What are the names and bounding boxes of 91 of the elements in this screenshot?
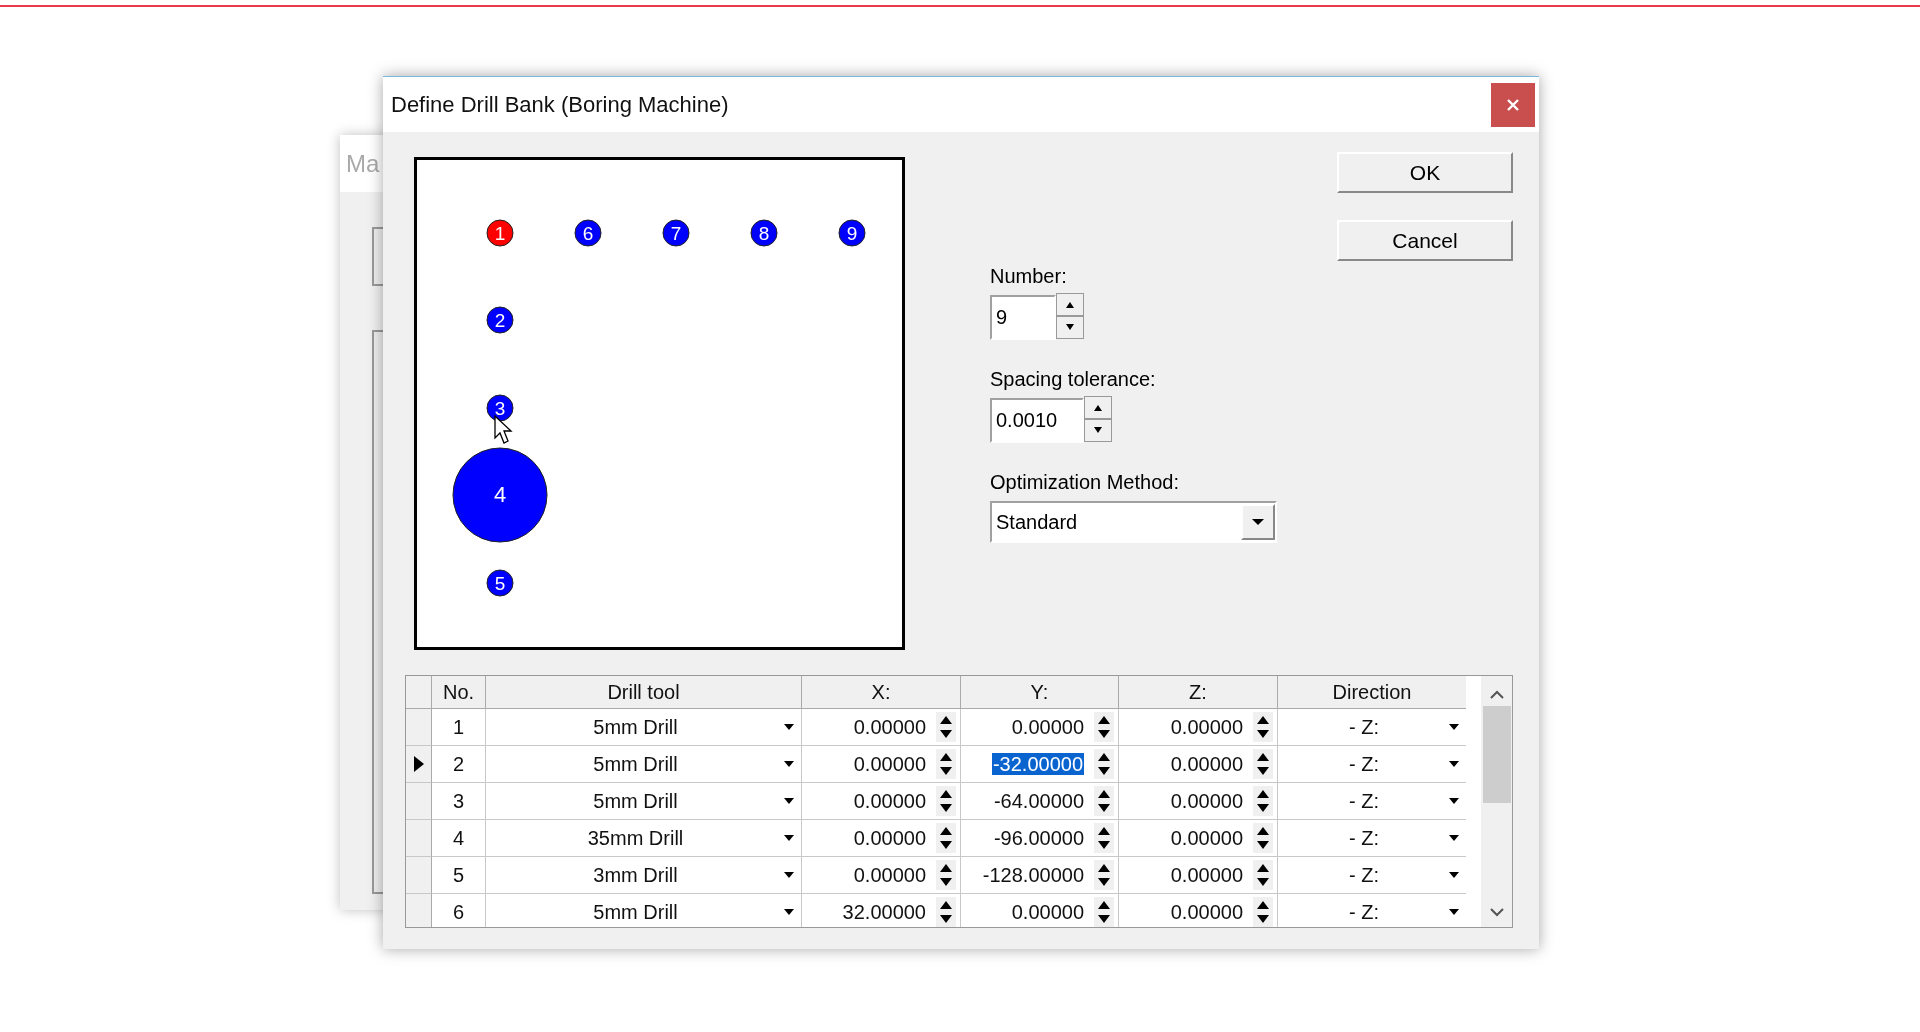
drill-hole: 5	[486, 569, 514, 597]
table-cell-text: 3mm Drill	[592, 863, 679, 887]
field-label: Number:	[990, 265, 1068, 289]
drill-hole: 7	[662, 219, 690, 247]
table-cell: -128.00000	[982, 863, 1084, 886]
table-cell: 3	[452, 789, 465, 813]
table-cell-text: 0.00000	[852, 752, 927, 776]
spin-buttons[interactable]	[936, 786, 956, 816]
spin-buttons[interactable]	[1094, 897, 1114, 927]
spin-buttons[interactable]	[1084, 396, 1112, 442]
table-cell-text: - Z:	[1348, 715, 1380, 739]
table-cell-text: 0.00000	[1169, 863, 1244, 887]
drill-hole: 1	[486, 219, 514, 247]
drill-hole: 4	[452, 447, 548, 543]
table-cell-text: 0.00000	[852, 789, 927, 813]
table-cell-text: 0.00000	[852, 826, 927, 850]
spacing-tolerance-field[interactable]: 0.0010	[990, 398, 1084, 443]
scrollbar-thumb[interactable]	[1482, 706, 1511, 803]
table-cell-text: 32.00000	[841, 900, 927, 924]
drill-hole: 9	[838, 219, 866, 247]
column-header[interactable]: Drill tool	[486, 676, 802, 709]
spin-buttons[interactable]	[936, 860, 956, 890]
spin-buttons[interactable]	[1094, 749, 1114, 779]
selected-cell-text: -32.00000	[991, 752, 1084, 775]
spin-buttons[interactable]	[1253, 860, 1273, 890]
number-field[interactable]: 9	[990, 295, 1056, 340]
table-cell-text: 0.00000	[852, 715, 927, 739]
table-cell: 5	[452, 863, 465, 887]
row-pointer-icon	[412, 755, 425, 773]
close-button[interactable]	[1491, 82, 1535, 127]
column-header[interactable]: No.	[432, 676, 486, 709]
column-header[interactable]: Y:	[961, 676, 1119, 709]
spin-buttons[interactable]	[1094, 823, 1114, 853]
field-label: Optimization Method:	[990, 471, 1180, 495]
table-cell-text: 0.00000	[1169, 789, 1244, 813]
table-cell: 0.00000	[1011, 715, 1084, 738]
spin-buttons[interactable]	[1253, 786, 1273, 816]
table-cell-text: - Z:	[1348, 863, 1380, 887]
table-cell: 2	[452, 752, 465, 776]
spin-buttons[interactable]	[1056, 293, 1084, 339]
spin-buttons[interactable]	[1253, 897, 1273, 927]
table-cell-text: 5mm Drill	[592, 752, 679, 776]
table-cell-text: 0.00000	[1169, 715, 1244, 739]
spin-buttons[interactable]	[936, 712, 956, 742]
dialog-button[interactable]: OK	[1337, 152, 1513, 193]
window-title: Ma	[346, 150, 380, 177]
table-cell: 6	[452, 900, 465, 924]
drill-hole: 2	[486, 306, 514, 334]
field-label: Spacing tolerance:	[990, 368, 1157, 392]
dropdown-button[interactable]	[1241, 504, 1275, 540]
spin-buttons[interactable]	[1094, 786, 1114, 816]
spin-buttons[interactable]	[936, 823, 956, 853]
table-cell: -64.00000	[993, 789, 1084, 812]
dialog-button[interactable]: Cancel	[1337, 220, 1513, 261]
column-header[interactable]: Z:	[1119, 676, 1278, 709]
table-cell-text: 5mm Drill	[592, 900, 679, 924]
window-title: Define Drill Bank (Boring Machine)	[391, 91, 729, 118]
table-cell-text: - Z:	[1348, 900, 1380, 924]
table-cell-text: 0.00000	[1169, 900, 1244, 924]
table-cell-text: 0.00000	[1169, 752, 1244, 776]
table-cell-text: 5mm Drill	[592, 789, 679, 813]
spin-buttons[interactable]	[1253, 749, 1273, 779]
table-cell-text: - Z:	[1348, 826, 1380, 850]
table-cell-text: 5mm Drill	[592, 715, 679, 739]
table-cell-text: - Z:	[1348, 789, 1380, 813]
table-cell: 0.00000	[1011, 900, 1084, 923]
spin-buttons[interactable]	[1253, 823, 1273, 853]
drill-hole: 8	[750, 219, 778, 247]
table-cell-text: - Z:	[1348, 752, 1380, 776]
column-header[interactable]: X:	[802, 676, 961, 709]
table-cell: -96.00000	[993, 826, 1084, 849]
column-header[interactable]: Direction	[1278, 676, 1467, 709]
spin-buttons[interactable]	[936, 749, 956, 779]
table-cell: 4	[452, 826, 465, 850]
table-cell-text: 35mm Drill	[586, 826, 685, 850]
close-icon	[1506, 97, 1520, 112]
scrollbar[interactable]	[1481, 676, 1512, 927]
table-cell: 1	[452, 715, 465, 739]
drill-hole: 3	[486, 394, 514, 422]
table-cell-text: 0.00000	[852, 863, 927, 887]
spin-buttons[interactable]	[1094, 860, 1114, 890]
caret-icon	[1251, 518, 1265, 526]
spin-buttons[interactable]	[936, 897, 956, 927]
spin-buttons[interactable]	[1253, 712, 1273, 742]
spin-buttons[interactable]	[1094, 712, 1114, 742]
optimization-method-dropdown[interactable]: Standard	[990, 501, 1277, 543]
row-header[interactable]	[406, 746, 432, 783]
pointer-icon	[494, 414, 513, 444]
drill-hole: 6	[574, 219, 602, 247]
header-corner	[406, 676, 432, 709]
table-cell-text: 0.00000	[1169, 826, 1244, 850]
